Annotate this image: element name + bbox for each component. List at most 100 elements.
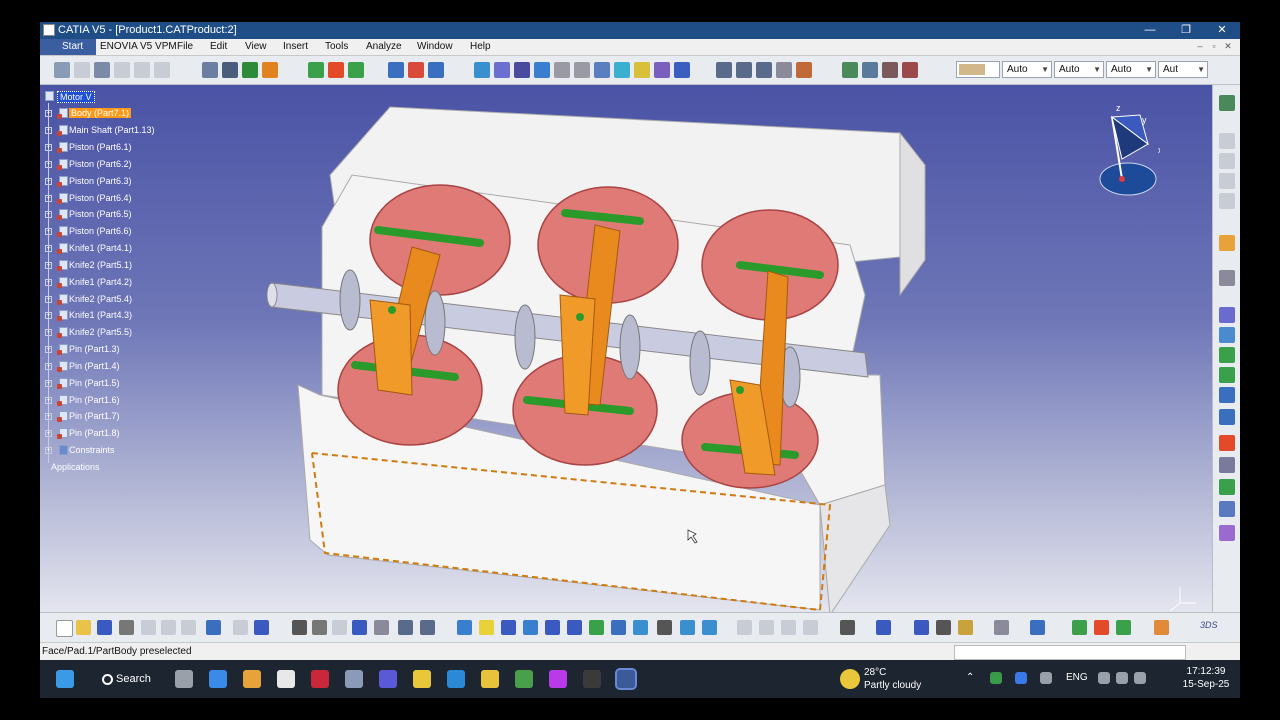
- catalog-browser-icon[interactable]: [842, 62, 858, 78]
- tool-icon[interactable]: [398, 620, 413, 635]
- rotate-icon[interactable]: [523, 620, 538, 635]
- zoom-in-icon[interactable]: [545, 620, 560, 635]
- battery-icon[interactable]: [1134, 672, 1146, 684]
- menu-help[interactable]: Help: [470, 41, 491, 52]
- engine-model[interactable]: [40, 85, 1212, 612]
- update-icon[interactable]: [428, 62, 444, 78]
- multi-view-icon[interactable]: [611, 620, 626, 635]
- tray-overflow-icon[interactable]: ⌃: [966, 672, 974, 683]
- tool-icon[interactable]: [936, 620, 951, 635]
- transparency-select[interactable]: Auto ▼: [1002, 61, 1052, 78]
- expand-icon[interactable]: +: [45, 245, 52, 252]
- hide-show-icon[interactable]: [680, 620, 695, 635]
- redo-icon[interactable]: [233, 620, 248, 635]
- normal-view-icon[interactable]: [594, 62, 610, 78]
- expand-icon[interactable]: +: [45, 178, 52, 185]
- insert-component-icon[interactable]: [74, 62, 90, 78]
- power-input-field[interactable]: [954, 645, 1186, 660]
- copilot-icon[interactable]: [243, 670, 261, 688]
- menu-analyze[interactable]: Analyze: [366, 41, 402, 52]
- fly-icon[interactable]: [457, 620, 472, 635]
- expand-icon[interactable]: +: [45, 161, 52, 168]
- expand-icon[interactable]: +: [45, 110, 52, 117]
- product-structure-icon[interactable]: [54, 62, 70, 78]
- tool-icon[interactable]: [994, 620, 1009, 635]
- task-view-icon[interactable]: [175, 670, 193, 688]
- doc-restore-button[interactable]: ▫: [1208, 40, 1220, 52]
- fly-mode-icon[interactable]: [474, 62, 490, 78]
- expand-icon[interactable]: +: [45, 127, 52, 134]
- select-icon[interactable]: [1219, 235, 1235, 251]
- offset-constraint-icon[interactable]: [348, 62, 364, 78]
- microphone-icon[interactable]: [1040, 672, 1052, 684]
- menu-enovia[interactable]: ENOVIA V5 VPM: [100, 41, 177, 52]
- taskbar-search[interactable]: Search: [94, 668, 156, 690]
- pan-icon[interactable]: [514, 62, 530, 78]
- calculator-icon[interactable]: [345, 670, 363, 688]
- tool-icon[interactable]: [781, 620, 796, 635]
- scenes-icon[interactable]: [882, 62, 898, 78]
- file-explorer-icon[interactable]: [481, 670, 499, 688]
- tool-icon[interactable]: [374, 620, 389, 635]
- expand-icon[interactable]: +: [45, 329, 52, 336]
- line-type-select[interactable]: Auto ▼: [1106, 61, 1156, 78]
- tool-icon[interactable]: [1219, 193, 1235, 209]
- shading-icon[interactable]: [634, 62, 650, 78]
- doc-minimize-button[interactable]: –: [1194, 40, 1206, 52]
- whats-this-icon[interactable]: [254, 620, 269, 635]
- stop-manipulate-icon[interactable]: [262, 62, 278, 78]
- capture-icon[interactable]: [840, 620, 855, 635]
- menu-view[interactable]: View: [245, 41, 267, 52]
- sectioning-icon[interactable]: [796, 62, 812, 78]
- tool-icon[interactable]: [1219, 479, 1235, 495]
- doc-close-button[interactable]: ✕: [1222, 40, 1234, 52]
- tool-icon[interactable]: [958, 620, 973, 635]
- tool-icon[interactable]: [1154, 620, 1169, 635]
- tool-icon[interactable]: [759, 620, 774, 635]
- expand-icon[interactable]: +: [45, 228, 52, 235]
- layer-select[interactable]: Aut ▼: [1158, 61, 1208, 78]
- taskbar-clock[interactable]: 17:12:39 15-Sep-25: [1178, 665, 1234, 691]
- color-selector[interactable]: [956, 61, 1000, 78]
- open-icon[interactable]: [76, 620, 91, 635]
- tool-icon[interactable]: [737, 620, 752, 635]
- formula-icon[interactable]: [292, 620, 307, 635]
- print-icon[interactable]: [119, 620, 134, 635]
- copy-icon[interactable]: [161, 620, 176, 635]
- chrome-alt-icon[interactable]: [515, 670, 533, 688]
- expand-icon[interactable]: +: [45, 296, 52, 303]
- close-button[interactable]: ✕: [1204, 22, 1240, 39]
- coincidence-constraint-icon[interactable]: [308, 62, 324, 78]
- tool-icon[interactable]: [1219, 173, 1235, 189]
- tray-app-icon[interactable]: [990, 672, 1002, 684]
- zoom-in-icon[interactable]: [554, 62, 570, 78]
- widgets-icon[interactable]: [209, 670, 227, 688]
- manipulate-icon[interactable]: [202, 62, 218, 78]
- tool-icon[interactable]: [1094, 620, 1109, 635]
- expand-icon[interactable]: +: [45, 346, 52, 353]
- comment-icon[interactable]: [312, 620, 327, 635]
- tool-icon[interactable]: [1219, 409, 1235, 425]
- tool-icon[interactable]: [1219, 367, 1235, 383]
- fit-all-icon[interactable]: [494, 62, 510, 78]
- teams-icon[interactable]: [379, 670, 397, 688]
- enhanced-scene-icon[interactable]: [902, 62, 918, 78]
- maximize-button[interactable]: ❐: [1168, 22, 1204, 39]
- undo-icon[interactable]: [206, 620, 221, 635]
- replace-component-icon[interactable]: [114, 62, 130, 78]
- tool-icon[interactable]: [803, 620, 818, 635]
- tool-icon[interactable]: [1219, 387, 1235, 403]
- zoom-out-icon[interactable]: [574, 62, 590, 78]
- hide-show-icon[interactable]: [654, 62, 670, 78]
- chrome-icon[interactable]: [413, 670, 431, 688]
- tool-icon[interactable]: [1219, 501, 1235, 517]
- menu-edit[interactable]: Edit: [210, 41, 227, 52]
- tool-icon[interactable]: [1219, 133, 1235, 149]
- menu-window[interactable]: Window: [417, 41, 453, 52]
- measure-item-icon[interactable]: [736, 62, 752, 78]
- line-thickness-select[interactable]: Auto ▼: [1054, 61, 1104, 78]
- tool-icon[interactable]: [1219, 435, 1235, 451]
- expand-icon[interactable]: +: [45, 430, 52, 437]
- expand-icon[interactable]: +: [45, 413, 52, 420]
- paste-icon[interactable]: [181, 620, 196, 635]
